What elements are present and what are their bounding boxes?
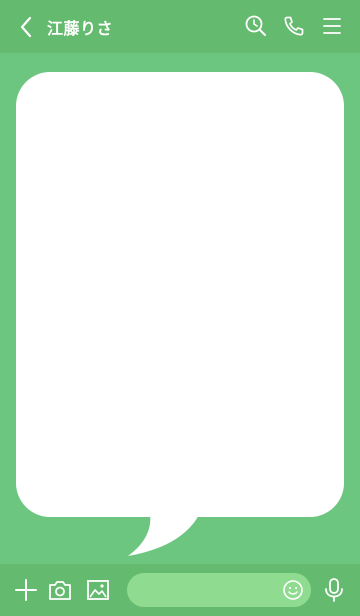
chat-header: 江藤りさ: [0, 0, 360, 53]
message-field[interactable]: [127, 573, 311, 607]
message-bubble: [16, 72, 344, 556]
image-icon[interactable]: [85, 577, 111, 603]
plus-icon[interactable]: [13, 577, 39, 603]
menu-icon[interactable]: [320, 14, 344, 38]
search-clock-icon[interactable]: [244, 14, 268, 38]
chat-area: [0, 53, 360, 564]
phone-icon[interactable]: [282, 14, 306, 38]
camera-icon[interactable]: [47, 577, 73, 603]
emoji-icon[interactable]: [282, 579, 304, 601]
chat-title: 江藤りさ: [47, 19, 114, 38]
message-input-bar: [0, 564, 360, 616]
back-chevron-icon[interactable]: [14, 13, 40, 41]
microphone-icon[interactable]: [321, 577, 347, 603]
message-input[interactable]: [139, 579, 283, 603]
